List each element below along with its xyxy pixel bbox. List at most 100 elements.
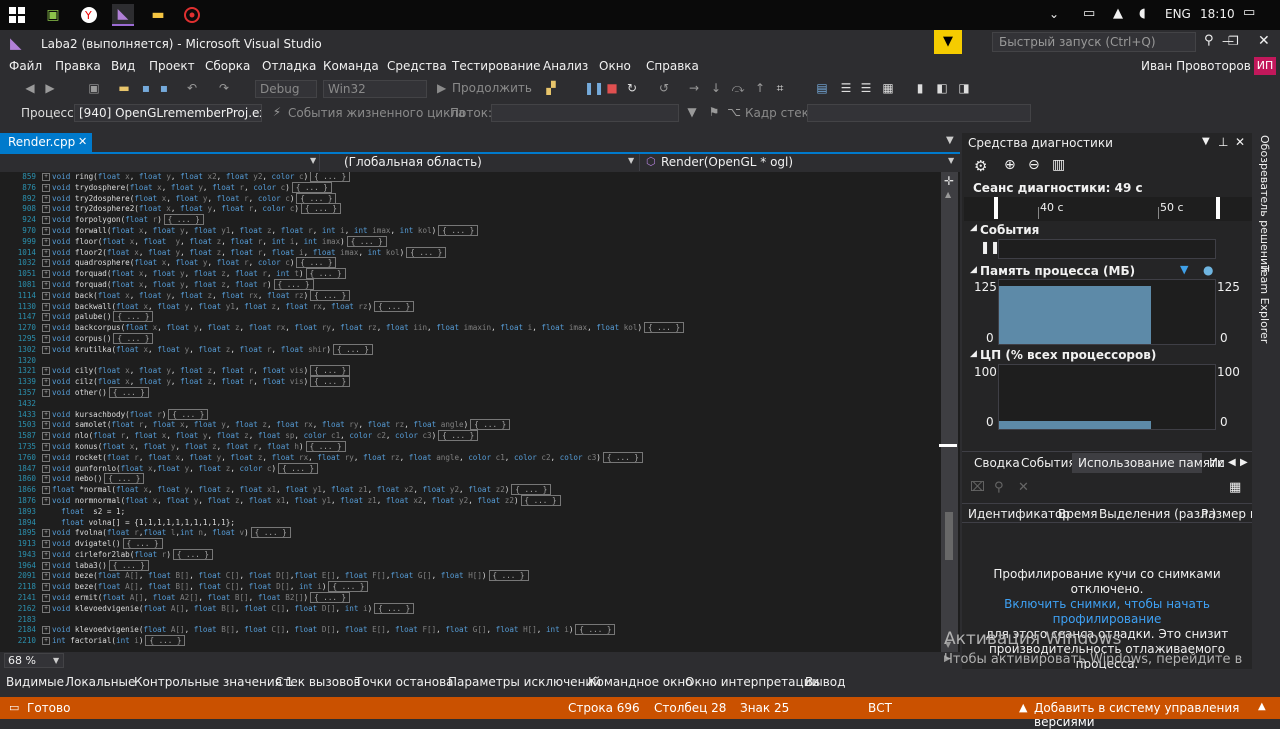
code-line[interactable]: 1114 + void back(float x, float y, float z… <box>0 289 940 302</box>
collapse-memory-icon[interactable]: ◢ <box>970 265 977 275</box>
project-scope-select[interactable]: ▼ <box>0 154 320 171</box>
save-all-icon[interactable]: ▪ <box>156 80 172 96</box>
collapsed-block[interactable]: { ... } <box>104 473 145 485</box>
pause-icon[interactable]: ❚❚ <box>584 80 604 96</box>
stop-icon[interactable]: ■ <box>604 80 620 96</box>
show-next-statement-icon[interactable]: → <box>686 80 702 96</box>
menu-help[interactable]: Справка <box>646 59 699 73</box>
tabs-left-icon[interactable]: ◀ <box>1228 457 1236 468</box>
enable-snapshots-link[interactable]: Включить снимки, чтобы начать профилиров… <box>962 597 1252 627</box>
clock[interactable]: 18:10 <box>1200 7 1235 21</box>
scroll-thumb[interactable] <box>945 512 953 560</box>
fold-toggle-icon[interactable]: + <box>42 226 50 235</box>
code-line[interactable]: 2091 + void beze(float A[], float B[], flo… <box>0 570 940 582</box>
collapsed-block[interactable]: { ... } <box>108 559 149 571</box>
team-explorer-tab[interactable]: Team Explorer <box>1258 265 1271 343</box>
thread-select[interactable] <box>491 104 679 122</box>
code-line[interactable]: 1302 + void krutilka(float x, float y, flo… <box>0 343 940 356</box>
collapsed-block[interactable]: { ... } <box>273 278 314 290</box>
fold-toggle-icon[interactable]: + <box>42 173 50 181</box>
tab-output[interactable]: Вывод <box>805 675 845 689</box>
memory-graph[interactable] <box>998 279 1216 345</box>
pin-icon[interactable]: ⊥ <box>1218 135 1228 149</box>
timeline-ruler[interactable]: 40 с 50 с <box>964 197 1252 221</box>
close-button[interactable]: ✕ <box>1258 33 1270 49</box>
code-line[interactable]: 1032 + void quadrosphere(float x, float y,… <box>0 257 940 269</box>
collapsed-block[interactable]: { ... } <box>575 624 616 636</box>
collapsed-block[interactable]: { ... } <box>108 386 149 398</box>
code-line[interactable]: 1320 <box>0 356 940 367</box>
code-line[interactable]: 1894 float volna[] = {1,1,1,1,1,1,1,1,1,… <box>0 518 940 529</box>
feedback-filter-icon[interactable]: ▼ <box>934 30 962 54</box>
code-line[interactable]: 2141 + void ermit(float A[], float A2[], f… <box>0 592 940 604</box>
fold-toggle-icon[interactable]: + <box>42 486 50 495</box>
split-editor-icon[interactable]: ✛ <box>944 174 954 188</box>
fold-toggle-icon[interactable]: + <box>42 637 50 646</box>
collapsed-block[interactable]: { ... } <box>122 538 163 550</box>
app-icon[interactable] <box>181 4 203 26</box>
collapsed-block[interactable]: { ... } <box>300 203 341 215</box>
code-line[interactable]: 1051 + void forquad(float x, float y, floa… <box>0 268 940 280</box>
solution-explorer-tab[interactable]: Обозреватель решений <box>1258 135 1271 272</box>
tab-memory-usage[interactable]: Использование памяти <box>1072 453 1225 473</box>
configuration-select[interactable]: Debug <box>255 80 317 98</box>
collapsed-block[interactable]: { ... } <box>250 527 291 539</box>
back-icon[interactable]: ◀ <box>22 80 38 96</box>
code-line[interactable]: 1893 float s2 = 1; <box>0 507 940 518</box>
collapsed-block[interactable]: { ... } <box>296 257 337 269</box>
code-line[interactable]: 2183 <box>0 615 940 626</box>
fold-toggle-icon[interactable]: + <box>42 432 50 441</box>
fold-toggle-icon[interactable]: + <box>42 280 50 289</box>
menu-test[interactable]: Тестирование <box>452 59 541 73</box>
fold-toggle-icon[interactable]: + <box>42 388 50 397</box>
platform-select[interactable]: Win32 <box>323 80 427 98</box>
menu-analyze[interactable]: Анализ <box>543 59 588 73</box>
reset-zoom-icon[interactable]: ▥ <box>1052 157 1065 173</box>
undo-icon[interactable]: ↶ <box>184 80 200 96</box>
col-time[interactable]: Время <box>1058 507 1098 521</box>
collapsed-block[interactable]: { ... } <box>163 214 204 226</box>
fold-toggle-icon[interactable]: + <box>42 453 50 462</box>
code-line[interactable]: 1321 + void cily(float x, float y, float z… <box>0 365 940 377</box>
code-line[interactable]: 1147 + void palube(){ ... } <box>0 311 940 323</box>
collapsed-block[interactable]: { ... } <box>328 581 369 593</box>
timeline-end-handle[interactable] <box>1216 197 1220 219</box>
fold-toggle-icon[interactable]: + <box>42 496 50 505</box>
settings-gear-icon[interactable]: ⚙ <box>974 157 987 175</box>
code-line[interactable]: 859 + void ring(float x, float y, float x2… <box>0 172 940 183</box>
menu-view[interactable]: Вид <box>111 59 135 73</box>
fold-toggle-icon[interactable]: + <box>42 550 50 559</box>
code-line[interactable]: 1295 + void corpus(){ ... } <box>0 332 940 345</box>
fold-toggle-icon[interactable]: + <box>42 345 50 354</box>
scroll-right-icon[interactable]: ▶ <box>944 654 951 664</box>
menu-window[interactable]: Окно <box>599 59 631 73</box>
events-track[interactable] <box>998 239 1216 259</box>
tabs-right-icon[interactable]: ▶ <box>1240 457 1248 468</box>
tray-chevron-icon[interactable]: ⌄ <box>1049 7 1059 21</box>
code-line[interactable]: 2118 + void beze(float A[], float B[], flo… <box>0 581 940 593</box>
open-file-icon[interactable]: ▬ <box>116 80 132 96</box>
collapsed-block[interactable]: { ... } <box>310 365 351 377</box>
process-select[interactable]: [940] OpenGLrememberProj.exe <box>74 104 262 122</box>
tab-autos[interactable]: Видимые <box>6 675 64 689</box>
new-project-icon[interactable]: ▣ <box>86 80 102 96</box>
prev-bookmark-icon[interactable]: ◧ <box>934 80 950 96</box>
fold-toggle-icon[interactable]: + <box>42 367 50 376</box>
code-line[interactable]: 1357 + void other(){ ... } <box>0 386 940 399</box>
notifications-icon[interactable]: ▭ <box>1243 5 1255 20</box>
status-chevron-icon[interactable]: ▲ <box>1258 701 1266 712</box>
snapshot-camera-icon[interactable]: ⌧ <box>970 480 985 495</box>
fold-toggle-icon[interactable]: + <box>42 194 50 203</box>
collapsed-block[interactable]: { ... } <box>113 332 154 344</box>
code-line[interactable]: 1081 + void forquad(float x, float y, floa… <box>0 278 940 291</box>
fold-toggle-icon[interactable]: + <box>42 291 50 300</box>
menu-file[interactable]: Файл <box>9 59 42 73</box>
flag-icon[interactable]: ⚑ <box>706 104 722 120</box>
fold-toggle-icon[interactable]: + <box>42 475 50 484</box>
align-icon[interactable]: ☰ <box>838 80 854 96</box>
fold-toggle-icon[interactable]: + <box>42 626 50 635</box>
toggle-bookmark-icon[interactable]: ▤ <box>814 80 830 96</box>
fold-toggle-icon[interactable]: + <box>42 248 50 257</box>
panel-close-icon[interactable]: ✕ <box>1235 135 1245 149</box>
split-icon[interactable]: ⌥ <box>726 104 742 120</box>
